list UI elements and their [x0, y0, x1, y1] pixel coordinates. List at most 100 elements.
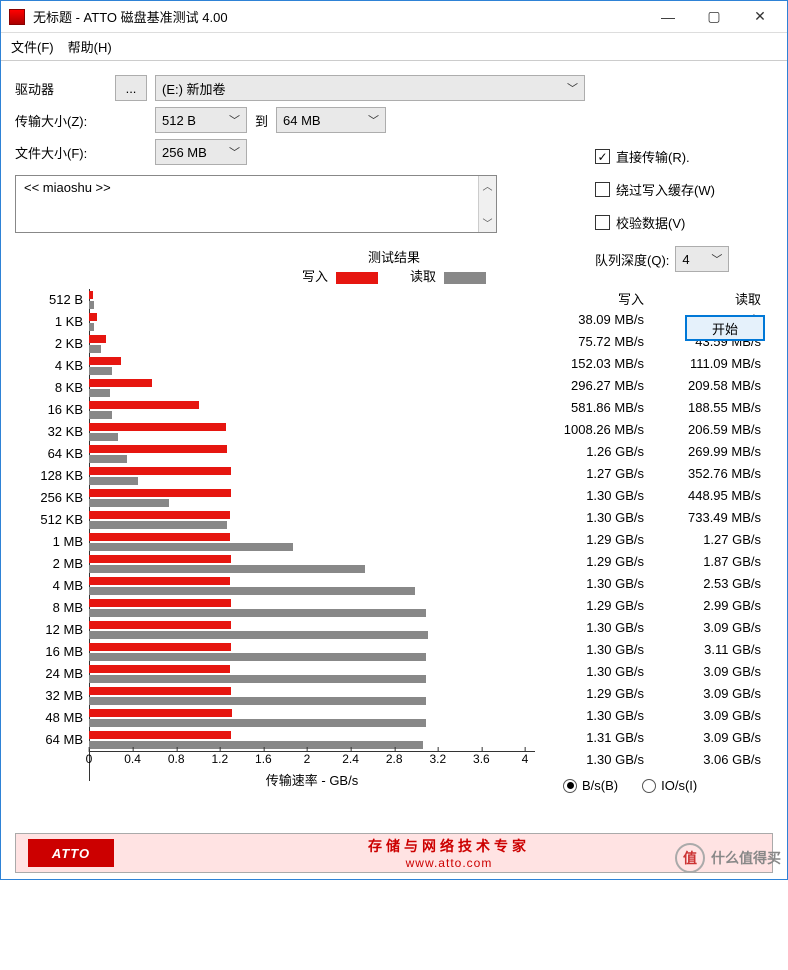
app-icon	[9, 9, 25, 25]
transfer-size-from-value: 512 B	[162, 113, 196, 128]
chart-ylabel: 1 MB	[19, 531, 83, 553]
read-value: 3.11 GB/s	[656, 642, 773, 657]
file-size-select[interactable]: 256 MB ﹀	[155, 139, 247, 165]
verify-option[interactable]: 校验数据(V)	[595, 213, 765, 232]
legend-write-swatch	[336, 272, 378, 284]
read-bar	[89, 323, 94, 331]
read-value: 1.27 GB/s	[656, 532, 773, 547]
radio-selected-icon	[563, 779, 577, 793]
read-bar	[89, 653, 426, 661]
write-value: 38.09 MB/s	[539, 312, 656, 327]
chart-ylabel: 24 MB	[19, 663, 83, 685]
write-header: 写入	[539, 289, 656, 308]
bypass-cache-option[interactable]: 绕过写入缓存(W)	[595, 180, 765, 199]
write-bar	[89, 401, 199, 409]
write-bar	[89, 577, 230, 585]
start-button[interactable]: 开始	[685, 315, 765, 341]
chart-ylabel: 64 MB	[19, 729, 83, 751]
chart-row: 1 KB	[89, 311, 535, 333]
read-bar	[89, 543, 293, 551]
write-bar	[89, 687, 231, 695]
read-bar	[89, 455, 127, 463]
legend-write-label: 写入	[302, 269, 328, 284]
read-bar	[89, 609, 426, 617]
chart-ylabel: 32 KB	[19, 421, 83, 443]
read-value: 3.09 GB/s	[656, 664, 773, 679]
description-textbox[interactable]: << miaoshu >> ︿ ﹀	[15, 175, 497, 233]
write-value: 1008.26 MB/s	[539, 422, 656, 437]
drive-select[interactable]: (E:) 新加卷 ﹀	[155, 75, 585, 101]
window-title: 无标题 - ATTO 磁盘基准测试 4.00	[33, 7, 645, 26]
write-bar	[89, 445, 227, 453]
scrollbar[interactable]: ︿ ﹀	[478, 176, 496, 232]
checkbox-icon	[595, 215, 610, 230]
drive-value: (E:) 新加卷	[162, 79, 226, 98]
write-bar	[89, 423, 226, 431]
menu-file[interactable]: 文件(F)	[11, 37, 54, 56]
write-value: 1.29 GB/s	[539, 554, 656, 569]
unit-bs-radio[interactable]: B/s(B)	[563, 778, 618, 793]
verify-label: 校验数据(V)	[616, 213, 685, 232]
chart-row: 512 KB	[89, 509, 535, 531]
browse-button[interactable]: ...	[115, 75, 147, 101]
values-row: 581.86 MB/s188.55 MB/s	[539, 396, 773, 418]
queue-depth-select[interactable]: 4 ﹀	[675, 246, 729, 272]
chart-row: 128 KB	[89, 465, 535, 487]
write-value: 1.30 GB/s	[539, 708, 656, 723]
unit-ios-radio[interactable]: IO/s(I)	[642, 778, 697, 793]
read-value: 3.09 GB/s	[656, 686, 773, 701]
chart-row: 8 KB	[89, 377, 535, 399]
chart-row: 32 KB	[89, 421, 535, 443]
read-bar	[89, 411, 112, 419]
chart-row: 16 MB	[89, 641, 535, 663]
xtick: 2.8	[386, 752, 403, 766]
unit-ios-label: IO/s(I)	[661, 778, 697, 793]
direct-transfer-option[interactable]: ✓ 直接传输(R).	[595, 147, 765, 166]
chart-ylabel: 512 KB	[19, 509, 83, 531]
write-bar	[89, 511, 230, 519]
read-value: 206.59 MB/s	[656, 422, 773, 437]
write-bar	[89, 621, 231, 629]
write-value: 1.30 GB/s	[539, 488, 656, 503]
watermark-text: 什么值得买	[711, 848, 781, 868]
values-row: 1.29 GB/s3.09 GB/s	[539, 682, 773, 704]
read-value: 188.55 MB/s	[656, 400, 773, 415]
transfer-size-to-select[interactable]: 64 MB ﹀	[276, 107, 386, 133]
chart-ylabel: 256 KB	[19, 487, 83, 509]
write-value: 1.31 GB/s	[539, 730, 656, 745]
write-value: 75.72 MB/s	[539, 334, 656, 349]
transfer-size-to-value: 64 MB	[283, 113, 321, 128]
close-button[interactable]: ✕	[737, 2, 783, 32]
chart-row: 24 MB	[89, 663, 535, 685]
file-size-label: 文件大小(F):	[15, 143, 115, 162]
values-row: 1.30 GB/s733.49 MB/s	[539, 506, 773, 528]
write-bar	[89, 335, 106, 343]
xtick: 3.2	[429, 752, 446, 766]
read-value: 3.09 GB/s	[656, 708, 773, 723]
write-bar	[89, 467, 231, 475]
maximize-button[interactable]: ▢	[691, 2, 737, 32]
write-value: 1.30 GB/s	[539, 752, 656, 767]
chart-row: 4 KB	[89, 355, 535, 377]
chart-ylabel: 512 B	[19, 289, 83, 311]
write-value: 1.29 GB/s	[539, 686, 656, 701]
write-bar	[89, 555, 231, 563]
chart-row: 2 KB	[89, 333, 535, 355]
chart-row: 64 KB	[89, 443, 535, 465]
chevron-up-icon: ︿	[483, 178, 493, 193]
chevron-down-icon: ﹀	[229, 112, 240, 128]
read-value: 3.09 GB/s	[656, 730, 773, 745]
menu-help[interactable]: 帮助(H)	[68, 37, 112, 56]
read-bar	[89, 345, 101, 353]
unit-bs-label: B/s(B)	[582, 778, 618, 793]
read-value: 3.09 GB/s	[656, 620, 773, 635]
minimize-button[interactable]: —	[645, 2, 691, 32]
chart-ylabel: 16 MB	[19, 641, 83, 663]
read-value: 2.53 GB/s	[656, 576, 773, 591]
write-bar	[89, 643, 231, 651]
transfer-size-from-select[interactable]: 512 B ﹀	[155, 107, 247, 133]
read-bar	[89, 675, 426, 683]
read-header: 读取	[656, 289, 773, 308]
read-bar	[89, 301, 94, 309]
values-row: 1.30 GB/s2.53 GB/s	[539, 572, 773, 594]
